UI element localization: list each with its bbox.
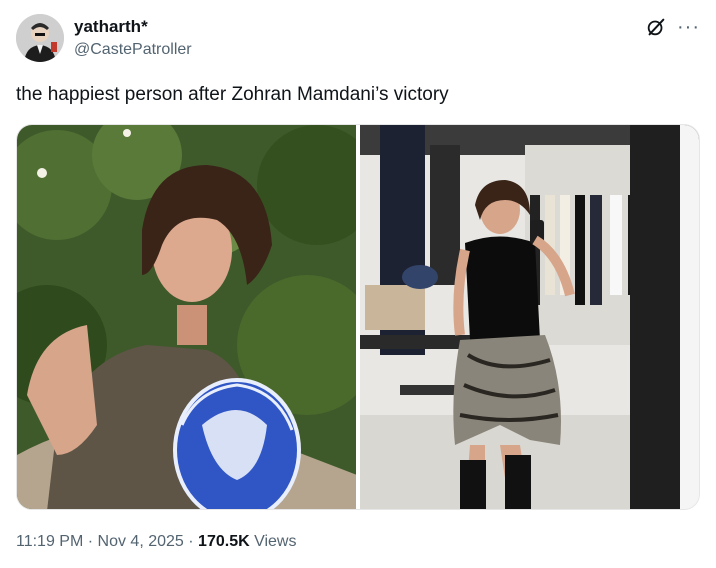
photo-woman-holding-plate-image — [17, 125, 356, 509]
views-count: 170.5K — [198, 533, 250, 550]
photo-mirror-selfie-image — [360, 125, 699, 509]
grok-icon[interactable] — [645, 16, 667, 38]
views-label: Views — [254, 533, 297, 550]
tweet-card: yatharth* @CastePatroller ··· the happie… — [0, 0, 716, 568]
tweet-text: the happiest person after Zohran Mamdani… — [16, 84, 449, 105]
author-block[interactable]: yatharth* @CastePatroller — [74, 16, 192, 61]
top-actions: ··· — [645, 16, 700, 38]
more-icon[interactable]: ··· — [677, 17, 700, 37]
photo-right[interactable] — [360, 125, 699, 509]
tweet-date[interactable]: Nov 4, 2025 — [98, 533, 184, 550]
avatar-photo-icon — [16, 14, 64, 62]
user-handle[interactable]: @CastePatroller — [74, 39, 192, 61]
photo-left[interactable] — [17, 125, 356, 509]
tweet-meta: 11:19 PM · Nov 4, 2025 · 170.5K Views — [16, 530, 296, 554]
avatar[interactable] — [16, 14, 64, 62]
media-grid — [16, 124, 700, 510]
separator: · — [87, 533, 94, 550]
tweet-time[interactable]: 11:19 PM — [16, 533, 83, 550]
separator: · — [188, 533, 194, 550]
display-name[interactable]: yatharth* — [74, 16, 192, 38]
